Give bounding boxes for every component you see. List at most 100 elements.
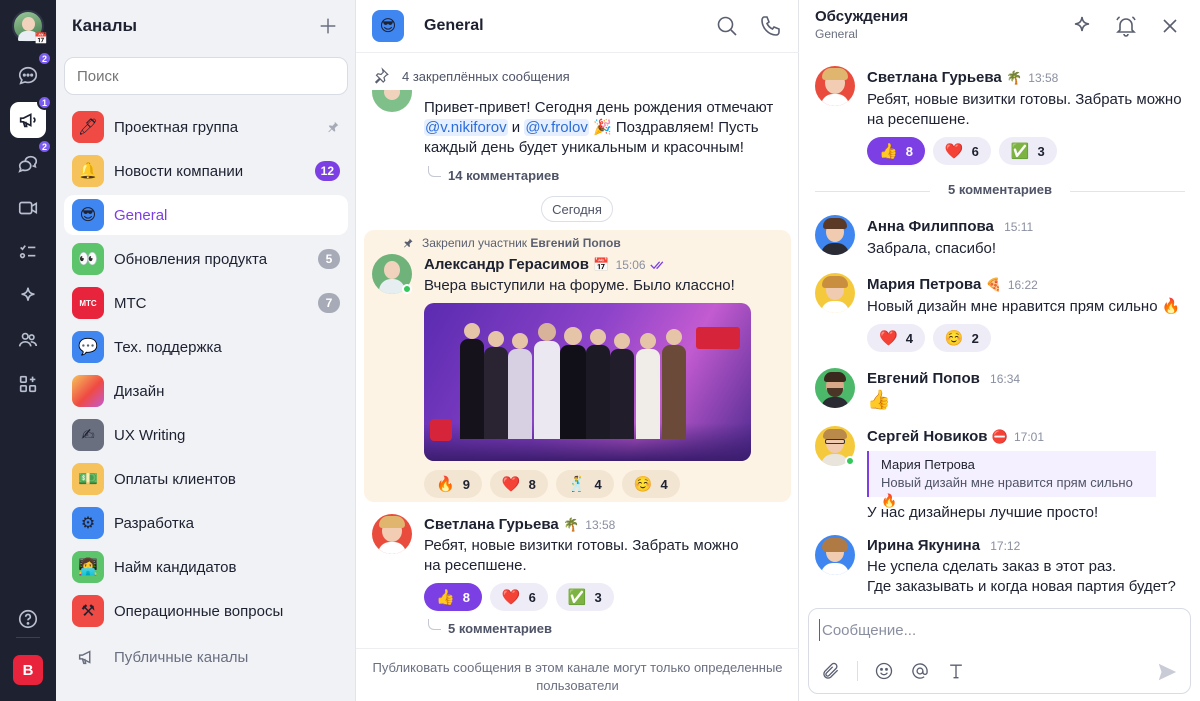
reaction-chip[interactable]: ✅ 3 [998, 137, 1057, 165]
channel-item[interactable]: 👀 Обновления продукта 5 [64, 239, 348, 279]
apps-nav-button[interactable] [10, 366, 46, 402]
quote-author: Мария Петрова [881, 457, 975, 472]
channel-avatar[interactable]: 😎 [372, 10, 404, 42]
reaction-chip[interactable]: 🔥 9 [424, 470, 482, 498]
channel-item[interactable]: МТС МТС 7 [64, 283, 348, 323]
author-avatar[interactable] [815, 215, 855, 255]
channel-icon: 🔔 [72, 155, 104, 187]
reaction-chip[interactable]: 🕺 4 [555, 470, 614, 498]
video-nav-button[interactable] [10, 190, 46, 226]
mention-link[interactable]: @v.nikiforov [424, 119, 508, 136]
message-author[interactable]: Александр Герасимов [424, 256, 589, 273]
author-avatar[interactable] [815, 273, 855, 313]
channel-item[interactable]: 💵 Оплаты клиентов [64, 459, 348, 499]
mention-icon[interactable] [910, 661, 930, 681]
reaction-chip[interactable]: ❤️ 8 [489, 470, 548, 498]
reaction-chip[interactable]: ☺️ 4 [621, 470, 680, 498]
channel-list-title: Каналы [72, 16, 138, 35]
ai-nav-button[interactable] [10, 278, 46, 314]
channel-item[interactable]: ⚙ Разработка [64, 503, 348, 543]
channel-item[interactable]: ⚒ Операционные вопросы [64, 591, 348, 631]
channel-items: 🖊 Проектная группа 🔔 Новости компании 12… [64, 107, 348, 635]
message-meta: Светлана Гурьева 🌴 13:58 [867, 69, 1058, 86]
send-icon[interactable] [1156, 661, 1178, 683]
message-author[interactable]: Евгений Попов [867, 370, 980, 387]
sparkle-icon[interactable] [1070, 14, 1094, 38]
channel-item[interactable]: 🔔 Новости компании 12 [64, 151, 348, 191]
message-reactions: ❤️ 4 ☺️ 2 [867, 324, 999, 352]
workspace-avatar[interactable]: B [13, 655, 43, 685]
channel-item[interactable]: 👩‍💻 Найм кандидатов [64, 547, 348, 587]
chat-header: 😎 General [356, 0, 799, 53]
thumbs-up-emoji: 👍 [867, 390, 891, 411]
reaction-chip[interactable]: ☺️ 2 [932, 324, 991, 352]
channel-item[interactable]: 🖊 Проектная группа [64, 107, 348, 147]
comments-count-divider: 5 комментариев [815, 182, 1185, 200]
quoted-message[interactable]: Мария Петрова Новый дизайн мне нравится … [867, 451, 1156, 508]
chat-panel: 😎 General 4 закреплённых сообщения Приве… [356, 0, 799, 701]
search-icon[interactable] [715, 14, 739, 38]
reaction-chip[interactable]: ❤️ 6 [489, 583, 548, 611]
channel-item[interactable]: ✍ UX Writing [64, 415, 348, 455]
pinned-note-user[interactable]: Евгений Попов [530, 236, 620, 250]
add-channel-icon[interactable] [317, 15, 339, 37]
replies-link[interactable]: 5 комментариев [427, 619, 552, 636]
fire-emoji: 🔥 [436, 476, 455, 493]
megaphone-icon [78, 650, 91, 665]
reaction-count: 8 [462, 589, 470, 605]
text-format-icon[interactable] [946, 661, 966, 681]
message-meta: Александр Герасимов 📅 15:06 [424, 256, 666, 273]
author-avatar[interactable] [815, 368, 855, 408]
pinned-messages-bar[interactable]: 4 закреплённых сообщения [356, 53, 799, 99]
close-icon[interactable] [1158, 14, 1182, 38]
message-time: 15:11 [1004, 220, 1034, 234]
channel-list-panel: Каналы 🖊 Проектная группа 🔔 Новости комп… [56, 0, 356, 701]
bell-icon[interactable] [1114, 14, 1138, 38]
replies-link[interactable]: 14 комментариев [427, 166, 559, 183]
chats-nav-button[interactable]: 2 [10, 51, 52, 94]
emoji-icon[interactable] [874, 661, 894, 681]
check-emoji: ✅ [567, 589, 587, 606]
reaction-chip[interactable]: ❤️ 6 [932, 137, 991, 165]
channel-title[interactable]: General [424, 17, 695, 35]
author-avatar[interactable] [372, 514, 412, 554]
contacts-nav-button[interactable] [10, 322, 46, 358]
message-author[interactable]: Анна Филиппова [867, 218, 994, 235]
attachment-icon[interactable] [821, 661, 841, 681]
reaction-chip-mine[interactable]: 👍 8 [867, 137, 925, 165]
reaction-chip[interactable]: ❤️ 4 [867, 324, 925, 352]
channel-search-input[interactable] [64, 57, 348, 95]
channel-item-active[interactable]: 😎 General [64, 195, 348, 235]
muted-count-badge: 5 [318, 249, 340, 269]
channel-item[interactable]: Дизайн [64, 371, 348, 411]
reaction-chip[interactable]: ✅ 3 [555, 583, 614, 611]
app-rail: 📅 2 1 2 B [0, 0, 56, 701]
message-author[interactable]: Сергей Новиков [867, 428, 987, 445]
reaction-chip-mine[interactable]: 👍 8 [424, 583, 482, 611]
tasks-nav-button[interactable] [10, 234, 46, 270]
pinned-note-text: Закрепил участник [422, 236, 528, 250]
channels-nav-button[interactable]: 1 [10, 95, 52, 138]
mention-link[interactable]: @v.frolov [524, 119, 589, 136]
message-author[interactable]: Ирина Якунина [867, 537, 980, 554]
author-avatar[interactable] [372, 90, 412, 112]
message-author[interactable]: Светлана Гурьева [867, 69, 1002, 86]
check-emoji: ✅ [1010, 143, 1030, 160]
message-author[interactable]: Мария Петрова [867, 276, 981, 293]
threads-nav-button[interactable]: 2 [10, 139, 52, 182]
help-button[interactable] [10, 601, 46, 637]
event-photo[interactable] [424, 303, 751, 461]
channel-icon: 👀 [72, 243, 104, 275]
channel-list-header: Каналы [56, 0, 355, 52]
author-avatar[interactable] [815, 535, 855, 575]
message-meta: Ирина Якунина 17:12 [867, 537, 1020, 554]
public-channels-link[interactable]: Публичные каналы [64, 637, 348, 677]
message-author[interactable]: Светлана Гурьева [424, 516, 559, 533]
phone-icon[interactable] [759, 14, 783, 38]
message-input[interactable] [819, 619, 1179, 641]
palm-status-icon: 🌴 [562, 517, 580, 532]
reaction-count: 3 [1037, 143, 1045, 159]
message-reactions: 🔥 9 ❤️ 8 🕺 4 ☺️ 4 [424, 470, 688, 498]
author-avatar[interactable] [815, 66, 855, 106]
channel-item[interactable]: 💬 Тех. поддержка [64, 327, 348, 367]
